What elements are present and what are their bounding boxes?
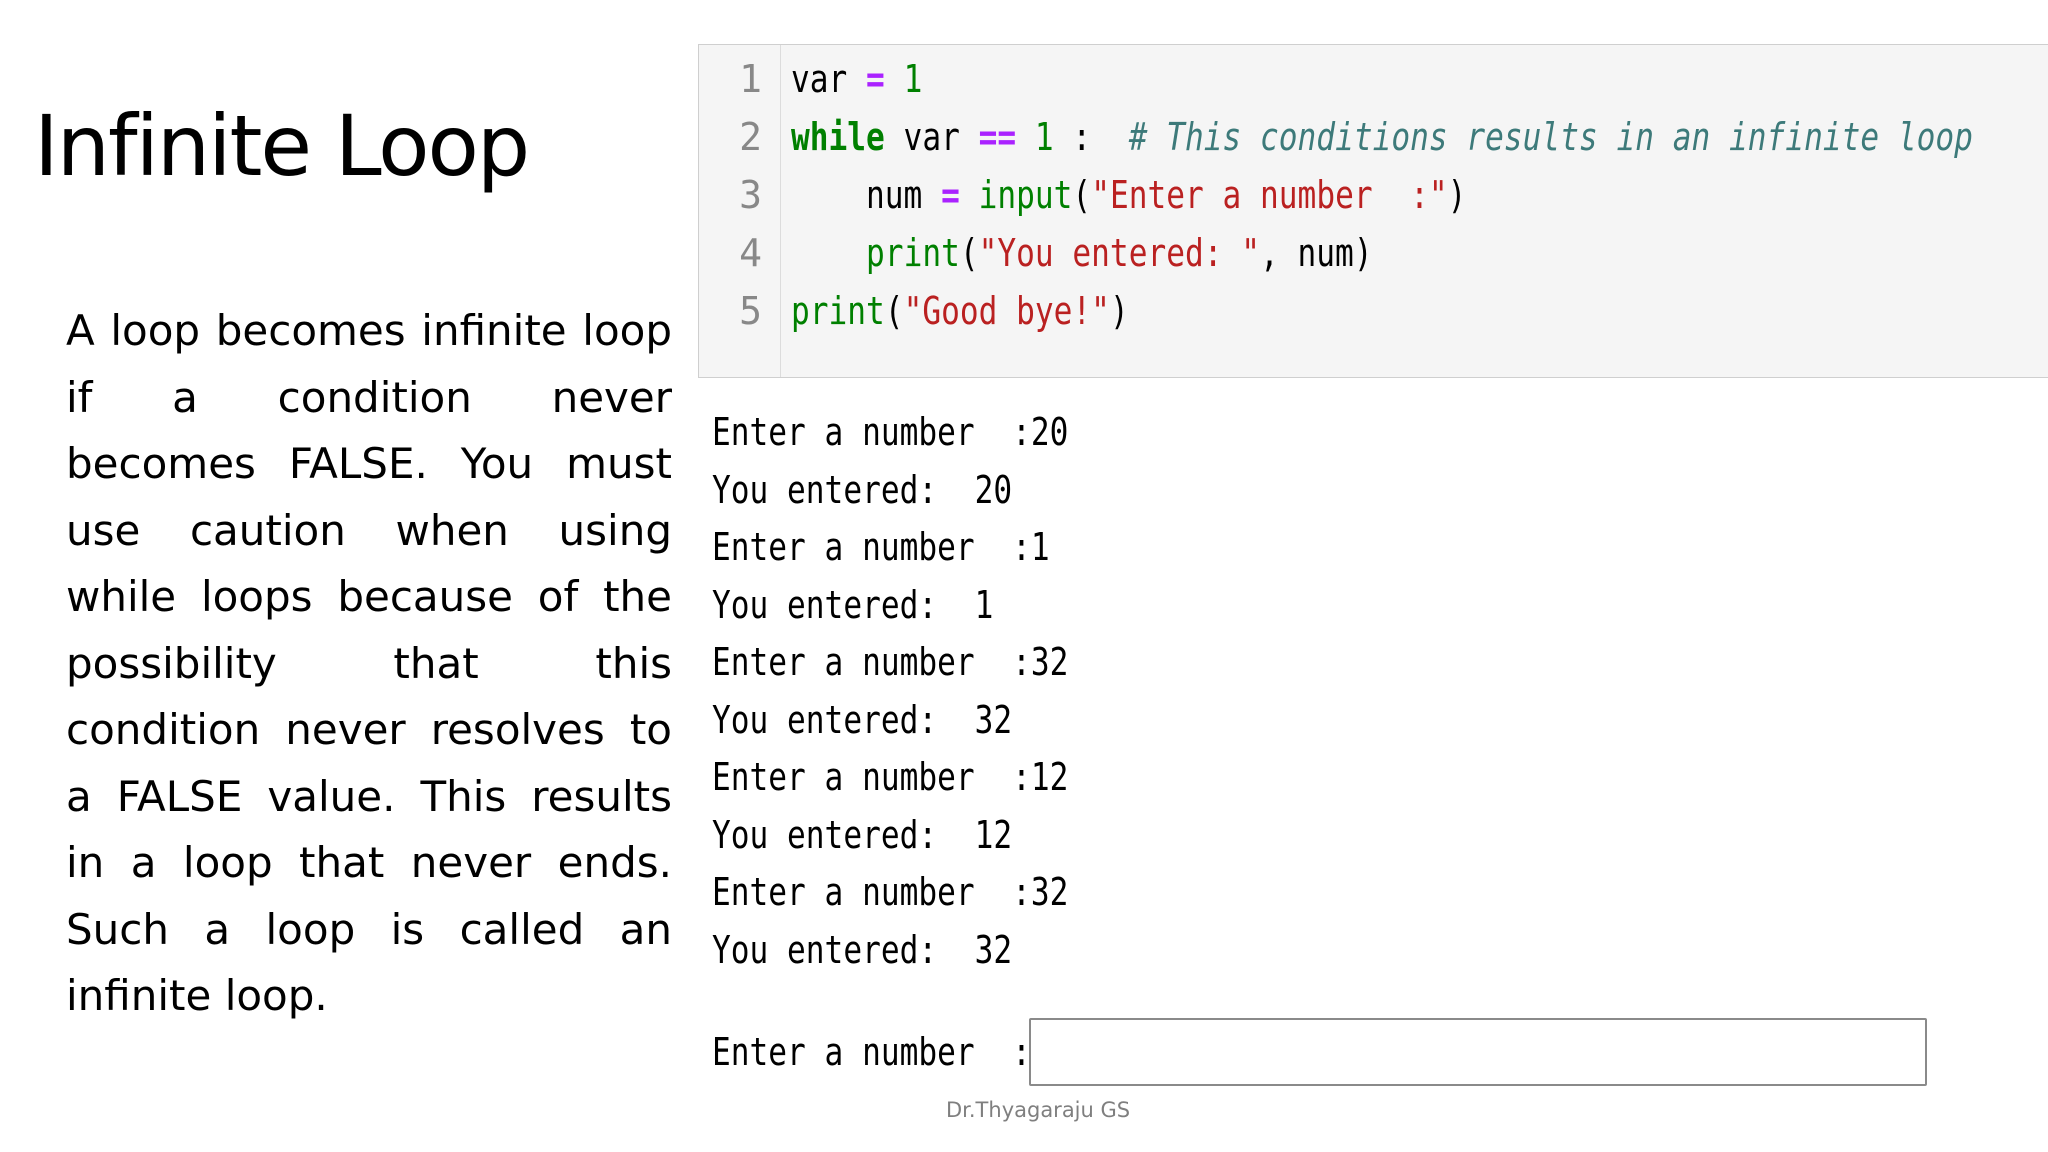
code-token: ( bbox=[959, 231, 979, 275]
code-token: == bbox=[978, 115, 1017, 159]
code-token: print bbox=[866, 231, 960, 275]
output-line: You entered: 20 bbox=[712, 467, 1013, 512]
output-line: Enter a number :32 bbox=[712, 870, 1069, 914]
output-line: You entered: 12 bbox=[712, 812, 1013, 857]
code-token: 1 bbox=[903, 57, 923, 101]
slide-title: Infinite Loop bbox=[34, 97, 530, 195]
footer-author: Dr.Thyagaraju GS bbox=[946, 1098, 1131, 1122]
output-line: Enter a number :32 bbox=[712, 640, 1069, 684]
line-number: 4 bbox=[739, 231, 762, 275]
output-line: You entered: 32 bbox=[712, 927, 1013, 972]
line-number: 5 bbox=[739, 289, 762, 333]
code-token: = bbox=[941, 173, 960, 217]
output-line: You entered: 32 bbox=[712, 697, 1013, 742]
stdin-input-field[interactable] bbox=[1029, 1018, 1927, 1086]
code-token: var bbox=[884, 115, 979, 159]
code-token: "Enter a number :" bbox=[1091, 173, 1448, 217]
code-token: input bbox=[978, 173, 1073, 217]
code-token: , num) bbox=[1260, 231, 1373, 275]
output-line: You entered: 1 bbox=[712, 582, 994, 627]
code-token: : bbox=[1053, 115, 1129, 159]
code-token: ( bbox=[1072, 173, 1092, 217]
line-number: 3 bbox=[739, 173, 762, 217]
output-line: Enter a number :1 bbox=[712, 525, 1050, 569]
code-cell[interactable]: 12345 var = 1 while var == 1 : # This con… bbox=[698, 44, 2048, 378]
code-line: num = input("Enter a number :") bbox=[791, 173, 1466, 217]
code-token: var bbox=[791, 57, 867, 101]
code-line: print("You entered: ", num) bbox=[791, 231, 1373, 275]
code-token: ) bbox=[1109, 289, 1129, 333]
code-line: var = 1 bbox=[791, 57, 922, 101]
code-token: print bbox=[791, 289, 885, 333]
code-token: ( bbox=[884, 289, 904, 333]
slide-paragraph: A loop becomes infinite loop if a condit… bbox=[66, 306, 672, 1020]
code-token: while bbox=[791, 115, 885, 159]
input-prompt-label: Enter a number : bbox=[712, 1030, 1031, 1074]
line-number-gutter: 1 2 3 4 5 bbox=[699, 45, 781, 377]
code-token: ) bbox=[1447, 173, 1467, 217]
code-line: while var == 1 : # This conditions resul… bbox=[791, 115, 1973, 159]
code-token: # This conditions results in an infinite… bbox=[1128, 115, 1973, 159]
code-token: "Good bye!" bbox=[903, 289, 1110, 333]
output-line: Enter a number :20 bbox=[712, 410, 1069, 454]
code-line: print("Good bye!") bbox=[791, 289, 1129, 333]
code-token: "You entered: " bbox=[978, 231, 1261, 275]
line-number: 1 bbox=[739, 57, 762, 101]
code-token: num bbox=[791, 173, 942, 217]
line-number: 2 bbox=[739, 115, 762, 159]
output-line: Enter a number :12 bbox=[712, 755, 1069, 799]
code-token: = bbox=[866, 57, 885, 101]
code-token: 1 bbox=[1034, 115, 1054, 159]
